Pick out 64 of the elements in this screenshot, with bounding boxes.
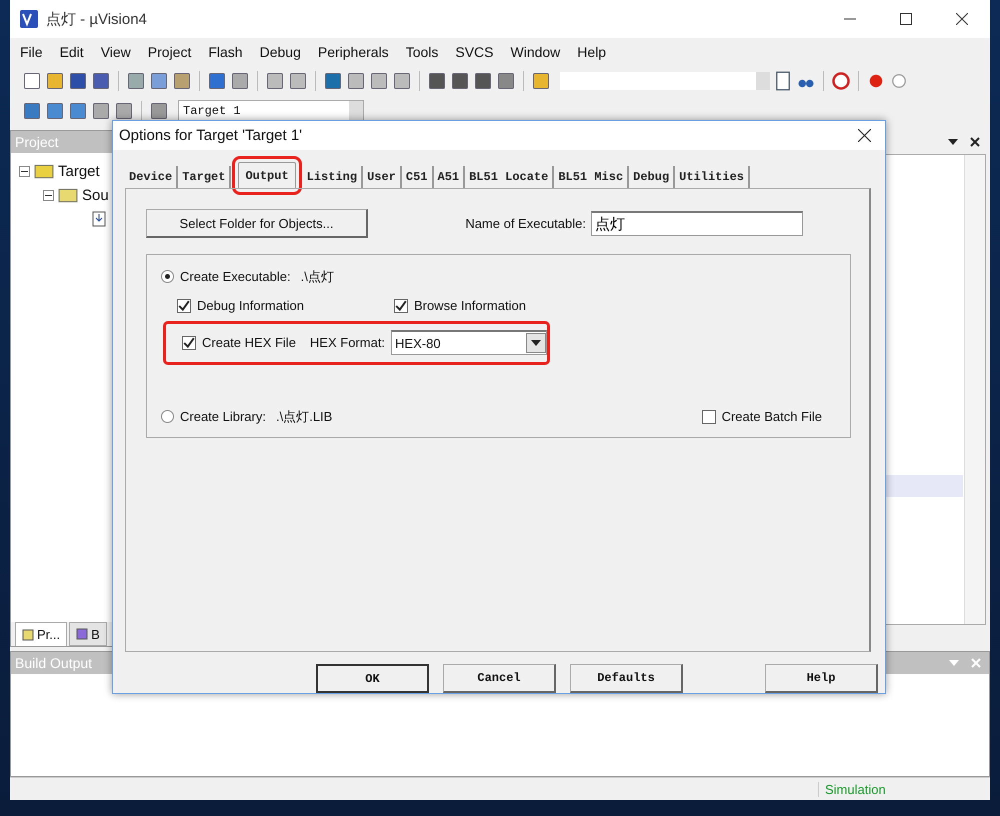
tab[interactable]: BL51 Locate [465,166,554,188]
field-label: HEX Format: [310,335,386,350]
menu-item[interactable]: Project [148,44,192,60]
select-folder-button[interactable]: Select Folder for Objects... [146,209,368,238]
checkbox-label: Create Batch File [722,409,822,424]
checkbox[interactable] [702,410,716,424]
close-icon[interactable] [970,137,980,147]
debug-icon[interactable] [831,71,851,91]
checkbox[interactable] [394,298,408,313]
executable-name-field[interactable]: 点灯 [591,211,803,236]
tree-item[interactable]: Sou [82,186,109,204]
scrollbar[interactable] [964,155,985,624]
collapse-icon[interactable] [43,190,54,200]
field-label: Name of Executable: [465,216,586,232]
menu-item[interactable]: Flash [208,44,243,60]
app-icon [20,10,38,28]
maximize-icon[interactable] [900,13,912,25]
defaults-button[interactable]: Defaults [570,664,683,693]
target-dropdown[interactable]: Target 1 [178,100,364,122]
tab[interactable]: Debug [629,166,676,188]
collapse-icon[interactable] [19,166,30,176]
tab[interactable]: Target [178,166,232,188]
radio-button[interactable] [161,410,174,424]
panel-tab[interactable]: Pr... [15,622,68,646]
tab[interactable]: BL51 Misc [554,166,630,188]
menu-item[interactable]: View [100,44,131,60]
tab[interactable]: User [363,166,402,188]
dropdown-icon[interactable] [948,139,958,145]
tab[interactable]: C51 [402,166,434,188]
option-label: Create Library: [180,409,266,424]
menu-item[interactable]: Window [510,44,560,60]
ok-button[interactable]: OK [316,664,429,693]
checkbox-label: Create HEX File [202,335,296,350]
menu-item[interactable]: Tools [406,44,438,60]
option-label: Create Executable: [180,269,291,284]
checkbox[interactable] [177,298,191,313]
panel-tab[interactable]: B [69,622,107,646]
checkbox[interactable] [182,336,196,350]
cancel-button[interactable]: Cancel [443,664,556,693]
hex-format-dropdown[interactable]: HEX-80 [391,330,547,356]
menu-item[interactable]: Debug [260,44,301,60]
menu-item[interactable]: Help [577,44,606,60]
checkbox-label: Browse Information [414,298,526,314]
status-text: Simulation [818,782,955,796]
menu-item[interactable]: File [20,44,43,60]
tab[interactable]: Listing [302,166,364,188]
circle-icon[interactable] [889,71,909,91]
tab[interactable]: Device [125,166,178,188]
radio-button[interactable] [161,270,174,284]
tab[interactable]: A51 [434,166,466,188]
find-field[interactable] [560,72,770,90]
menu-item[interactable]: SVCS [455,44,494,60]
checkbox-label: Debug Information [197,298,304,314]
path-text: .\点灯 [300,268,334,286]
window-title: 点灯 - µVision4 [46,10,147,28]
tab[interactable]: Utilities [675,166,750,188]
menu-item[interactable]: Peripherals [318,44,389,60]
menu-item[interactable]: Edit [60,44,84,60]
close-icon[interactable] [956,13,968,25]
help-button[interactable]: Help [765,664,878,693]
document-icon[interactable] [773,71,793,91]
path-text: .\点灯.LIB [276,408,332,426]
tree-item[interactable]: Target [58,162,100,180]
close-icon[interactable] [858,128,871,142]
